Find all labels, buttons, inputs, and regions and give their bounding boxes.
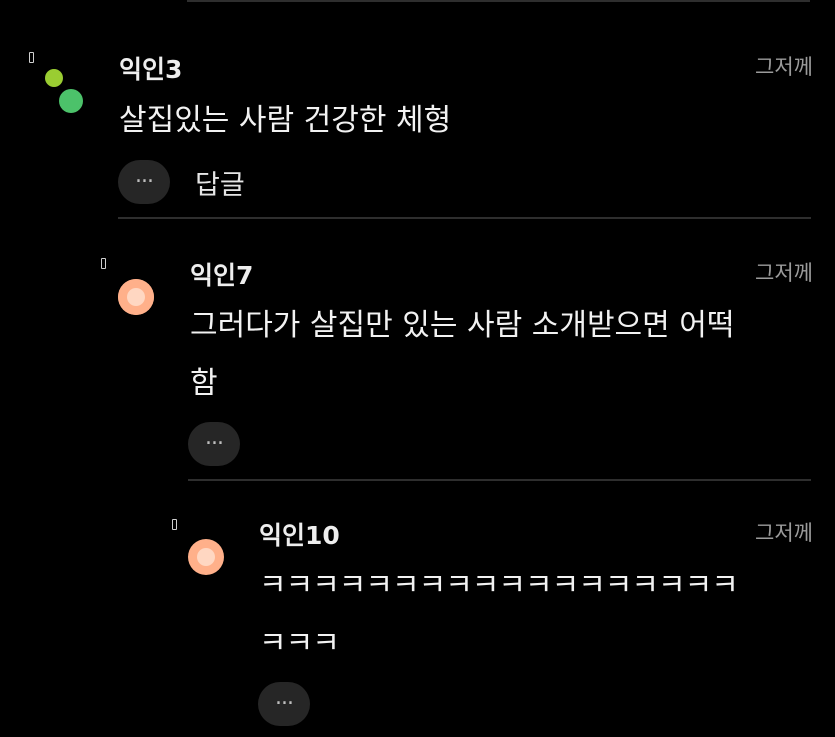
avatar-highlight	[197, 548, 215, 566]
comment-time: 그저께	[755, 55, 813, 79]
reply-button[interactable]: 답글	[195, 163, 245, 202]
ellipsis-icon: ...	[135, 163, 154, 188]
comment-author[interactable]: 익인3	[119, 50, 182, 86]
comment-text-line: ㅋㅋㅋ	[259, 626, 340, 661]
avatar-dot-large	[59, 89, 83, 113]
comment-text-line: 그러다가 살집만 있는 사람 소개받으면 어떡	[190, 308, 735, 343]
divider	[118, 217, 811, 219]
comment-author[interactable]: 익인10	[259, 516, 340, 552]
ellipsis-icon: ...	[275, 685, 294, 710]
comment-marker-icon	[29, 52, 34, 63]
more-options-button[interactable]: ...	[118, 160, 170, 204]
comment-marker-icon	[101, 258, 106, 269]
comment-marker-icon	[172, 519, 177, 530]
more-options-button[interactable]: ...	[188, 422, 240, 466]
comment-author[interactable]: 익인7	[190, 256, 253, 292]
comment-text-line: 살집있는 사람 건강한 체형	[119, 103, 452, 138]
divider	[188, 479, 811, 481]
comment-text-line: ㅋㅋㅋㅋㅋㅋㅋㅋㅋㅋㅋㅋㅋㅋㅋㅋㅋㅋ	[259, 568, 739, 603]
comment-item: 익인10 그저께 ㅋㅋㅋㅋㅋㅋㅋㅋㅋㅋㅋㅋㅋㅋㅋㅋㅋㅋ ㅋㅋㅋ ...	[0, 482, 835, 737]
comment-item: 익인7 그저께 그러다가 살집만 있는 사람 소개받으면 어떡 함 ...	[0, 220, 835, 480]
comment-item: 익인3 그저께 살집있는 사람 건강한 체형 ... 답글	[0, 0, 835, 220]
avatar-dot-small	[45, 69, 63, 87]
comment-thread: 익인3 그저께 살집있는 사람 건강한 체형 ... 답글 익인7 그저께 그러…	[0, 0, 835, 737]
comment-time: 그저께	[755, 261, 813, 285]
comment-text-line: 함	[190, 366, 218, 401]
ellipsis-icon: ...	[205, 425, 224, 450]
comment-time: 그저께	[755, 521, 813, 545]
more-options-button[interactable]: ...	[258, 682, 310, 726]
avatar-highlight	[127, 288, 145, 306]
